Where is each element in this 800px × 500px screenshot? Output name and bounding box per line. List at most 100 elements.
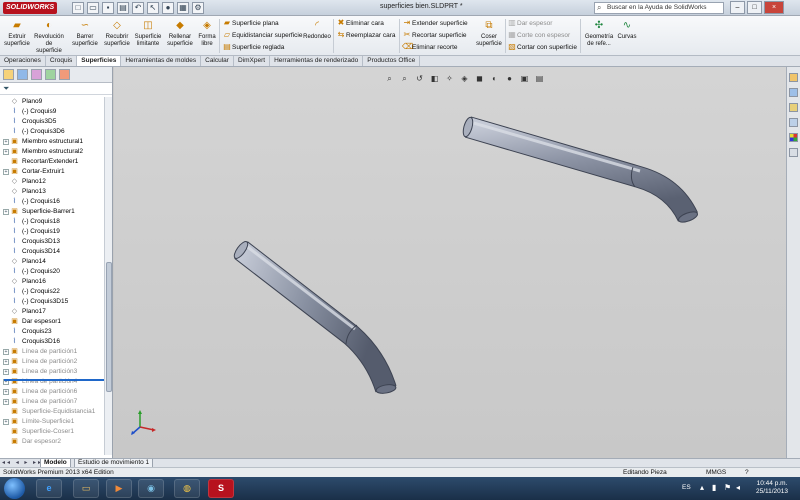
solidworks-logo[interactable]: SOLIDWORKS: [3, 2, 58, 14]
tree-node[interactable]: ⌇ Croquis3D13: [0, 237, 104, 247]
tree-node[interactable]: ⌇ (-) Croquis16: [0, 197, 104, 207]
tree-node[interactable]: ◇ Plano17: [0, 307, 104, 317]
configuration-manager-tab-icon[interactable]: [31, 69, 42, 80]
expand-icon[interactable]: +: [3, 149, 9, 155]
expand-icon[interactable]: +: [3, 139, 9, 145]
freeform-button[interactable]: ◈ Forma libre: [196, 19, 218, 48]
offset-surface-button[interactable]: ▱ Equidistanciar superficie: [222, 29, 303, 41]
tab-operaciones[interactable]: Operaciones: [0, 56, 46, 66]
tree-node[interactable]: ⌇ (-) Croquis19: [0, 227, 104, 237]
tree-node[interactable]: ⌇ (-) Croquis22: [0, 287, 104, 297]
internet-explorer-icon[interactable]: e: [36, 479, 62, 498]
curves-button[interactable]: ∿ Curvas: [616, 19, 638, 41]
rollback-bar[interactable]: [4, 379, 104, 381]
trim-surface-button[interactable]: ✂ Recortar superficie: [402, 29, 467, 41]
property-manager-tab-icon[interactable]: [17, 69, 28, 80]
tree-node[interactable]: ◇ Plano13: [0, 187, 104, 197]
volume-icon[interactable]: ◂: [736, 483, 740, 492]
tree-node[interactable]: ⌇ Croquis3D16: [0, 337, 104, 347]
expand-icon[interactable]: +: [3, 349, 9, 355]
help-button[interactable]: ?: [745, 468, 749, 477]
action-center-icon[interactable]: ⚑: [724, 483, 731, 492]
tree-node[interactable]: ⌇ Croquis23: [0, 327, 104, 337]
open-folder-icon[interactable]: ▭: [87, 2, 99, 14]
expand-icon[interactable]: +: [3, 209, 9, 215]
tree-node[interactable]: ⌇ (-) Croquis18: [0, 217, 104, 227]
minimize-button[interactable]: –: [730, 1, 745, 14]
tab-herramientas-de-renderizado[interactable]: Herramientas de renderizado: [270, 56, 364, 66]
tab-productos-office[interactable]: Productos Office: [363, 56, 421, 66]
knit-surface-button[interactable]: ⧉ Coser superficie: [474, 19, 504, 48]
tree-scrollbar[interactable]: [104, 97, 112, 455]
dimxpert-manager-tab-icon[interactable]: [45, 69, 56, 80]
tree-node[interactable]: ⌇ Croquis3D14: [0, 247, 104, 257]
expand-icon[interactable]: +: [3, 399, 9, 405]
tray-expand-icon[interactable]: ▴: [700, 483, 704, 492]
boundary-surface-button[interactable]: ◫ Superficie limitante: [132, 19, 164, 48]
tree-node[interactable]: ▣ Superficie-Equidistancia1: [0, 407, 104, 417]
tree-node[interactable]: + ▣ Línea de partición1: [0, 347, 104, 357]
file-explorer-taskbar-icon[interactable]: ▭: [73, 479, 99, 498]
view-palette-icon[interactable]: [789, 118, 798, 127]
extrude-surface-button[interactable]: ▰ Extruir superficie: [2, 19, 32, 48]
tree-node[interactable]: + ▣ Línea de partición2: [0, 357, 104, 367]
solidworks-resources-icon[interactable]: [789, 73, 798, 82]
tree-node[interactable]: + ▣ Cortar-Extruir1: [0, 167, 104, 177]
tab-calcular[interactable]: Calcular: [201, 56, 234, 66]
close-button[interactable]: ×: [764, 1, 784, 14]
tab-herramientas-de-moldes[interactable]: Herramientas de moldes: [121, 56, 202, 66]
expand-icon[interactable]: +: [3, 369, 9, 375]
graphics-area[interactable]: ⌕ ⌕ ↺ ◧ ✧ ◈ ◼ ◐ ● ▣ ▤: [114, 67, 786, 458]
tree-filter[interactable]: ⏷: [0, 83, 112, 95]
new-document-icon[interactable]: □: [72, 2, 84, 14]
media-player-icon[interactable]: ▶: [106, 479, 132, 498]
tree-node[interactable]: ▣ Superficie-Coser1: [0, 427, 104, 437]
tab-croquis[interactable]: Croquis: [46, 56, 78, 66]
expand-icon[interactable]: +: [3, 169, 9, 175]
expand-icon[interactable]: +: [3, 359, 9, 365]
expand-icon[interactable]: +: [3, 419, 9, 425]
tree-node[interactable]: ◇ Plano16: [0, 277, 104, 287]
tree-node[interactable]: ⌇ Croquis3D5: [0, 117, 104, 127]
appearances-icon[interactable]: [789, 133, 798, 142]
print-icon[interactable]: ▤: [117, 2, 129, 14]
replace-face-button[interactable]: ⇆ Reemplazar cara: [336, 29, 396, 41]
tab-superficies[interactable]: Superficies: [77, 56, 122, 66]
feature-manager-tab-icon[interactable]: [3, 69, 14, 80]
tree-node[interactable]: ◇ Plano14: [0, 257, 104, 267]
design-library-icon[interactable]: [789, 88, 798, 97]
tree-node[interactable]: ▣ Dar espesor1: [0, 317, 104, 327]
file-explorer-icon[interactable]: [789, 103, 798, 112]
select-arrow-icon[interactable]: ↖: [147, 2, 159, 14]
tree-node[interactable]: + ▣ Línea de partición3: [0, 367, 104, 377]
tree-node[interactable]: + ▣ Línea de partición7: [0, 397, 104, 407]
tree-node[interactable]: ▣ Dar espesor2: [0, 437, 104, 447]
extend-surface-button[interactable]: ⇥ Extender superficie: [402, 17, 468, 29]
start-button[interactable]: [4, 478, 25, 499]
untrim-surface-button[interactable]: ⌫Eliminar recorte: [402, 41, 458, 53]
solidworks-taskbar-icon[interactable]: S: [208, 479, 234, 498]
expand-icon[interactable]: +: [3, 389, 9, 395]
sweep-surface-button[interactable]: ∽ Barrer superficie: [69, 19, 101, 48]
fill-surface-button[interactable]: ◆ Rellenar superficie: [164, 19, 196, 48]
save-icon[interactable]: ▪: [102, 2, 114, 14]
tab-scroll-buttons[interactable]: ◂◂ ◂ ▸ ▸▸: [2, 459, 43, 467]
revolve-surface-button[interactable]: ◐ Revolución de superficie: [33, 19, 65, 55]
maximize-button[interactable]: □: [747, 1, 762, 14]
tree-node[interactable]: ◇ Plano12: [0, 177, 104, 187]
tree-node[interactable]: ⌇ (-) Croquis3D15: [0, 297, 104, 307]
tree-node[interactable]: + ▣ Superficie-Barrer1: [0, 207, 104, 217]
surface-cut-button[interactable]: ▧Cortar con superficie: [507, 41, 577, 53]
scrollbar-thumb[interactable]: [106, 262, 112, 392]
fillet-button[interactable]: ◜ Redondeo: [302, 19, 332, 41]
tree-node[interactable]: ⌇ (-) Croquis3D6: [0, 127, 104, 137]
units-selector[interactable]: MMGS: [706, 468, 726, 477]
loft-surface-button[interactable]: ◇ Recubrir superficie: [101, 19, 133, 48]
clock[interactable]: 10:44 p.m. 25/11/2013: [752, 480, 792, 496]
tree-node[interactable]: + ▣ Miembro estructural2: [0, 147, 104, 157]
network-icon[interactable]: ▮: [712, 483, 716, 492]
tree-node[interactable]: + ▣ Miembro estructural1: [0, 137, 104, 147]
tree-node[interactable]: ⌇ (-) Croquis9: [0, 107, 104, 117]
help-search-input[interactable]: ⌕ Buscar en la Ayuda de SolidWorks: [594, 2, 724, 14]
undo-icon[interactable]: ↶: [132, 2, 144, 14]
